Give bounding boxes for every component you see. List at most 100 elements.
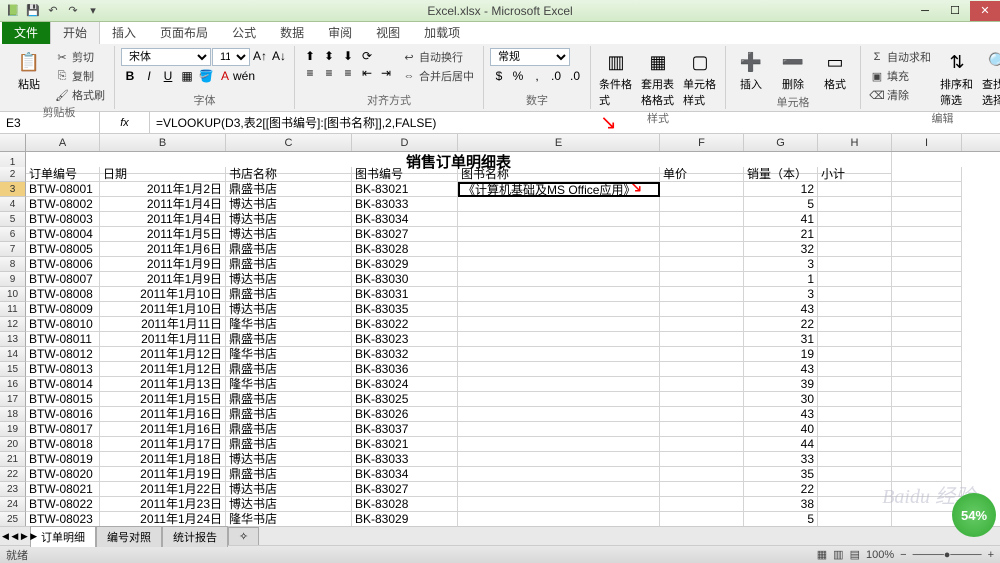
header-cell[interactable]: 订单编号 (26, 167, 100, 182)
row-header[interactable]: 2 (0, 167, 26, 182)
row-header[interactable]: 21 (0, 452, 26, 467)
cell[interactable] (892, 437, 962, 452)
cell[interactable] (892, 212, 962, 227)
col-header[interactable]: H (818, 134, 892, 151)
close-button[interactable]: ✕ (970, 1, 1000, 21)
sheet-tab[interactable]: 编号对照 (96, 526, 162, 547)
cell[interactable] (892, 257, 962, 272)
new-sheet-tab[interactable]: ✧ (228, 527, 259, 545)
cell[interactable]: BK-83034 (352, 467, 458, 482)
cell[interactable] (892, 227, 962, 242)
cell[interactable]: 博达书店 (226, 482, 352, 497)
font-name-select[interactable]: 宋体 (121, 48, 211, 66)
zoom-slider[interactable]: ────●──── (913, 549, 982, 561)
fill-button[interactable]: ▣填充 (867, 67, 934, 85)
cell[interactable]: 35 (744, 467, 818, 482)
cell[interactable] (892, 407, 962, 422)
cell[interactable] (660, 182, 744, 197)
orientation-icon[interactable]: ⟳ (358, 48, 376, 64)
cell[interactable] (892, 377, 962, 392)
cell[interactable]: 3 (744, 257, 818, 272)
cell[interactable]: BK-83033 (352, 197, 458, 212)
cell[interactable]: 鼎盛书店 (226, 287, 352, 302)
col-header[interactable]: B (100, 134, 226, 151)
phonetic-icon[interactable]: wén (235, 68, 253, 84)
cell[interactable]: BTW-08021 (26, 482, 100, 497)
cell[interactable]: 2011年1月9日 (100, 257, 226, 272)
tab-view[interactable]: 视图 (364, 21, 412, 44)
cell[interactable] (660, 287, 744, 302)
cell[interactable]: BK-83022 (352, 317, 458, 332)
header-cell[interactable]: 小计 (818, 167, 892, 182)
row-header[interactable]: 3 (0, 182, 26, 197)
cell[interactable] (818, 287, 892, 302)
cell[interactable] (458, 347, 660, 362)
align-center-icon[interactable]: ≡ (320, 65, 338, 81)
cell[interactable]: 2011年1月13日 (100, 377, 226, 392)
delete-cells-button[interactable]: ➖删除 (774, 48, 812, 94)
col-header[interactable]: C (226, 134, 352, 151)
tab-formulas[interactable]: 公式 (220, 21, 268, 44)
cell[interactable]: 鼎盛书店 (226, 467, 352, 482)
cell[interactable] (660, 347, 744, 362)
cell[interactable] (660, 392, 744, 407)
row-header[interactable]: 7 (0, 242, 26, 257)
cell[interactable]: BTW-08014 (26, 377, 100, 392)
cell[interactable]: 44 (744, 437, 818, 452)
cell[interactable] (660, 332, 744, 347)
row-header[interactable]: 12 (0, 317, 26, 332)
cell[interactable]: 2011年1月2日 (100, 182, 226, 197)
view-page-icon[interactable]: ▥ (833, 548, 843, 561)
cell[interactable]: 2011年1月16日 (100, 407, 226, 422)
cell[interactable]: BTW-08011 (26, 332, 100, 347)
cell[interactable]: 2011年1月16日 (100, 422, 226, 437)
cell[interactable]: 40 (744, 422, 818, 437)
tab-data[interactable]: 数据 (268, 21, 316, 44)
cell[interactable] (818, 392, 892, 407)
cell[interactable]: BK-83025 (352, 392, 458, 407)
cell[interactable]: 隆华书店 (226, 347, 352, 362)
cell[interactable] (458, 302, 660, 317)
cell[interactable] (892, 452, 962, 467)
row-header[interactable]: 18 (0, 407, 26, 422)
sheet-tab[interactable]: 统计报告 (162, 526, 228, 547)
maximize-button[interactable]: ☐ (940, 1, 970, 21)
cell[interactable]: BTW-08012 (26, 347, 100, 362)
row-header[interactable]: 23 (0, 482, 26, 497)
tab-nav-buttons[interactable]: ◀ ◀ ▶ ▶ (2, 531, 37, 542)
fx-icon[interactable]: fx (120, 117, 129, 129)
row-header[interactable]: 25 (0, 512, 26, 526)
cell[interactable] (458, 212, 660, 227)
formula-bar[interactable]: =VLOOKUP(D3,表2[[图书编号]:[图书名称]],2,FALSE) ↘ (150, 112, 1000, 133)
cell[interactable] (818, 407, 892, 422)
cell[interactable] (818, 512, 892, 526)
cell[interactable]: BK-83021 (352, 182, 458, 197)
comma-icon[interactable]: , (528, 68, 546, 84)
header-cell[interactable]: 销量（本） (744, 167, 818, 182)
col-header[interactable]: I (892, 134, 962, 151)
number-format-select[interactable]: 常规 (490, 48, 570, 66)
cell[interactable]: BK-83031 (352, 287, 458, 302)
cell[interactable] (892, 392, 962, 407)
cell[interactable] (818, 422, 892, 437)
col-header[interactable]: E (458, 134, 660, 151)
cell[interactable] (660, 497, 744, 512)
cell[interactable]: 12 (744, 182, 818, 197)
zoom-in-icon[interactable]: + (988, 549, 994, 561)
format-painter-button[interactable]: 🖌格式刷 (52, 86, 108, 104)
cell[interactable] (818, 362, 892, 377)
header-cell[interactable]: 图书编号 (352, 167, 458, 182)
cell[interactable]: 博达书店 (226, 227, 352, 242)
format-table-button[interactable]: ▦套用表格格式 (639, 48, 677, 110)
row-header[interactable]: 17 (0, 392, 26, 407)
cell[interactable] (660, 257, 744, 272)
cell[interactable]: 5 (744, 197, 818, 212)
cell[interactable] (660, 317, 744, 332)
cell[interactable] (660, 437, 744, 452)
tab-addins[interactable]: 加载项 (412, 21, 472, 44)
select-all-corner[interactable] (0, 134, 26, 151)
col-header[interactable]: F (660, 134, 744, 151)
active-cell[interactable]: 《计算机基础及MS Office应用》↘ (458, 182, 660, 197)
cell[interactable]: BK-83026 (352, 407, 458, 422)
cell[interactable]: BTW-08006 (26, 257, 100, 272)
